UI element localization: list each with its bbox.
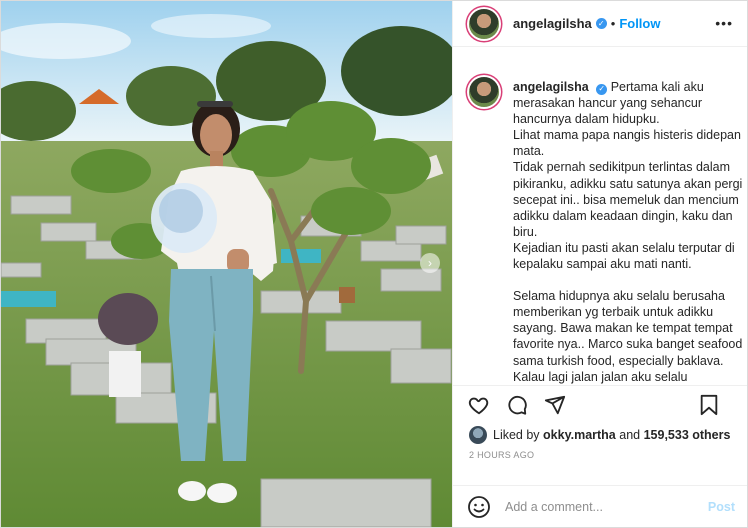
comment-bar: Post (453, 485, 747, 527)
likes-summary: Liked by okky.martha and 159,533 others (453, 424, 747, 446)
liker-username[interactable]: okky.martha (543, 428, 616, 442)
caption-username[interactable]: angelagilsha (513, 80, 589, 94)
liker-avatar[interactable] (469, 426, 487, 444)
heart-icon (468, 397, 489, 415)
comment-button[interactable] (505, 393, 529, 417)
caption-paragraph-3: Tidak pernah sedikitpun terlintas dalam … (513, 160, 743, 239)
bookmark-icon (700, 394, 718, 416)
comment-bubble-icon (508, 395, 527, 415)
carousel-next-button[interactable]: › (420, 253, 440, 273)
save-button[interactable] (697, 393, 721, 417)
caption-paragraph-4: Kejadian itu pasti akan selalu terputar … (513, 240, 735, 272)
caption-area[interactable]: angelagilsha ✓ Pertama kali aku merasaka… (453, 47, 747, 385)
share-button[interactable] (543, 393, 567, 417)
likes-count-link[interactable]: 159,533 others (644, 428, 731, 442)
smiley-icon[interactable] (467, 495, 491, 519)
chevron-right-icon: › (428, 256, 432, 270)
post-header: angelagilsha ✓ • Follow ••• (453, 1, 747, 47)
caption-text: angelagilsha ✓ Pertama kali aku merasaka… (513, 79, 743, 385)
caption-author-avatar[interactable] (469, 77, 499, 107)
instagram-post: › angelagilsha ✓ • Follow ••• angelagils… (0, 0, 748, 528)
photo-illustration (1, 1, 452, 527)
author-avatar[interactable] (469, 8, 499, 39)
verified-badge-icon: ✓ (596, 83, 608, 95)
action-bar (453, 385, 747, 424)
likes-prefix: Liked by (493, 428, 540, 442)
caption-paragraph-2: Lihat mama papa nangis histeris didepan … (513, 128, 741, 159)
more-options-icon[interactable]: ••• (715, 15, 733, 31)
post-photo[interactable]: › (1, 1, 452, 527)
likes-middle: and (619, 428, 641, 442)
caption-paragraph-5: Selama hidupnya aku selalu berusaha memb… (513, 289, 743, 368)
post-timestamp[interactable]: 2 HOURS AGO (453, 446, 747, 464)
caption-paragraph-6: Kalau lagi jalan jalan aku selalu (513, 369, 688, 384)
post-side-panel: angelagilsha ✓ • Follow ••• angelagilsha… (452, 1, 747, 527)
caption-paragraph: angelagilsha ✓ Pertama kali aku merasaka… (513, 79, 743, 127)
comment-input[interactable] (503, 498, 697, 515)
like-button[interactable] (467, 393, 491, 417)
paper-plane-icon (544, 395, 566, 415)
author-username[interactable]: angelagilsha (513, 16, 592, 31)
post-comment-button[interactable]: Post (708, 500, 735, 514)
follow-button[interactable]: Follow (619, 16, 660, 31)
separator-dot: • (610, 16, 616, 31)
verified-badge-icon: ✓ (595, 18, 607, 29)
